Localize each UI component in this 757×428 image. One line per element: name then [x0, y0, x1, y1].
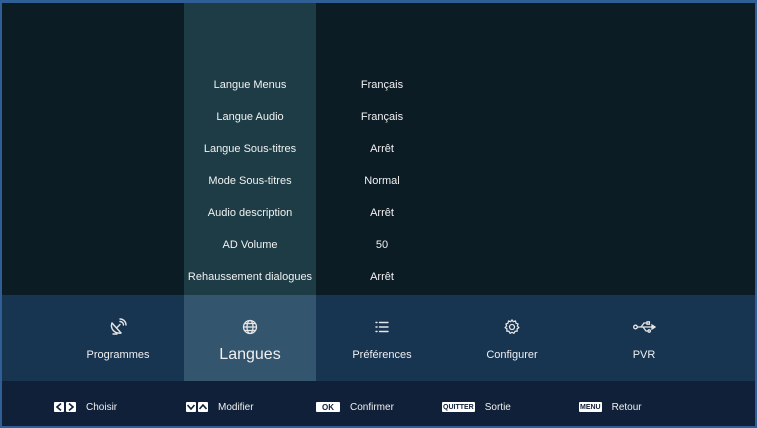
setting-value[interactable]: 50	[322, 239, 442, 251]
setting-row-subtitle-mode[interactable]: Mode Sous-titres Normal	[2, 167, 755, 199]
tab-configurer[interactable]: Configurer	[446, 295, 578, 381]
setting-value[interactable]: Arrêt	[322, 143, 442, 155]
setting-label: Langue Audio	[216, 111, 284, 123]
setting-label: Langue Sous-titres	[203, 143, 297, 155]
hint-back: MENU Retour	[579, 400, 642, 414]
tv-menu-screen: Langue Menus Français Langue Audio Franç…	[0, 0, 757, 428]
satellite-dish-icon	[52, 317, 184, 337]
hint-label: Confirmer	[350, 401, 394, 413]
up-arrow-key-icon	[198, 402, 208, 412]
right-arrow-key-icon	[66, 402, 76, 412]
setting-value[interactable]: Français	[322, 79, 442, 91]
setting-label: Langue Menus	[213, 79, 287, 91]
setting-row-audio-description[interactable]: Audio description Arrêt	[2, 199, 755, 231]
hint-label: Sortie	[484, 401, 511, 413]
tab-label: Configurer	[486, 349, 538, 361]
setting-value[interactable]: Arrêt	[322, 271, 442, 283]
usb-icon	[578, 317, 710, 337]
key-hints-footer: Choisir Modifier OK Confirmer QUITTER So…	[2, 381, 755, 426]
setting-row-ad-volume[interactable]: AD Volume 50	[2, 231, 755, 263]
tab-pvr[interactable]: PVR	[578, 295, 710, 381]
tab-langues[interactable]: Langues	[184, 295, 316, 381]
globe-icon	[184, 317, 316, 337]
down-arrow-key-icon	[186, 402, 196, 412]
setting-value[interactable]: Français	[322, 111, 442, 123]
setting-label: Rehaussement dialogues	[187, 271, 313, 283]
setting-value[interactable]: Arrêt	[322, 207, 442, 219]
hint-exit: QUITTER Sortie	[442, 400, 511, 414]
hint-confirm: OK Confirmer	[316, 400, 394, 414]
tab-label: Programmes	[86, 349, 150, 361]
tab-programmes[interactable]: Programmes	[52, 295, 184, 381]
setting-row-audio-language[interactable]: Langue Audio Français	[2, 103, 755, 135]
hint-label: Retour	[611, 401, 642, 413]
ok-key: OK	[316, 402, 340, 412]
setting-label: Audio description	[207, 207, 293, 219]
tab-label: PVR	[632, 349, 656, 361]
menu-key: MENU	[579, 402, 602, 412]
hint-label: Choisir	[86, 401, 118, 413]
hint-modify: Modifier	[186, 400, 254, 414]
tab-preferences[interactable]: Préférences	[316, 295, 448, 381]
gear-icon	[446, 317, 578, 337]
tab-label: Langues	[219, 346, 281, 363]
setting-value[interactable]: Normal	[322, 175, 442, 187]
setting-row-menu-language[interactable]: Langue Menus Français	[2, 71, 755, 103]
list-icon	[316, 317, 448, 337]
hint-label: Modifier	[218, 401, 254, 413]
category-tab-bar: Programmes Langues Préférences Configure…	[2, 295, 755, 381]
setting-row-subtitle-language[interactable]: Langue Sous-titres Arrêt	[2, 135, 755, 167]
left-arrow-key-icon	[54, 402, 64, 412]
hint-choose: Choisir	[54, 400, 117, 414]
setting-row-dialogue-enhancement[interactable]: Rehaussement dialogues Arrêt	[2, 263, 755, 295]
settings-area: Langue Menus Français Langue Audio Franç…	[2, 3, 755, 295]
tab-label: Préférences	[352, 349, 412, 361]
quit-key: QUITTER	[442, 402, 475, 412]
setting-label: Mode Sous-titres	[208, 175, 292, 187]
setting-label: AD Volume	[222, 239, 278, 251]
